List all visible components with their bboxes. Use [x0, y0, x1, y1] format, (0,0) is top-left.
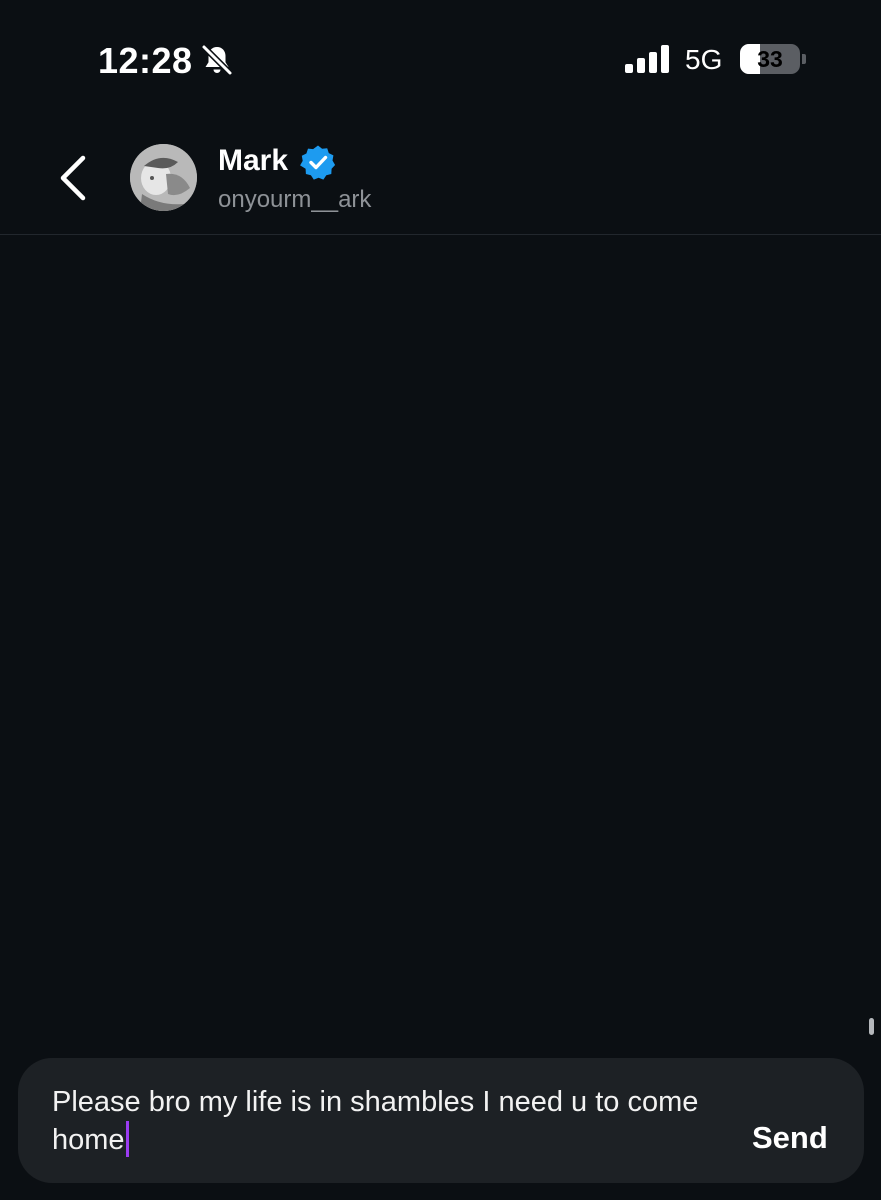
message-input[interactable]: Please bro my life is in shambles I need… — [52, 1084, 712, 1159]
status-time: 12:28 — [98, 40, 193, 81]
battery-level: 33 — [757, 46, 783, 72]
avatar[interactable] — [130, 144, 197, 211]
verified-badge-icon — [300, 145, 336, 180]
text-caret — [125, 1121, 129, 1157]
message-input-text: Please bro my life is in shambles I need… — [52, 1086, 699, 1156]
chat-header: Mark onyourm__ark — [0, 120, 881, 235]
battery-indicator: 33 — [740, 44, 806, 74]
chat-screen: 12:28 5G 33 Mark onyourm__ark Please bro… — [0, 0, 881, 1200]
contact-handle[interactable]: onyourm__ark — [218, 186, 371, 214]
status-bar: 12:28 5G 33 — [0, 0, 881, 120]
send-button[interactable]: Send — [752, 1120, 828, 1156]
cellular-signal-icon — [625, 45, 669, 73]
message-composer[interactable]: Please bro my life is in shambles I need… — [18, 1058, 864, 1183]
message-thread[interactable] — [0, 236, 881, 1051]
bell-slash-icon — [201, 44, 233, 76]
contact-name[interactable]: Mark — [218, 144, 288, 178]
network-type: 5G — [685, 44, 723, 75]
chevron-left-icon[interactable] — [52, 150, 96, 206]
avatar-image — [130, 144, 197, 211]
battery-tip — [802, 54, 806, 64]
scroll-indicator[interactable] — [869, 1018, 874, 1035]
